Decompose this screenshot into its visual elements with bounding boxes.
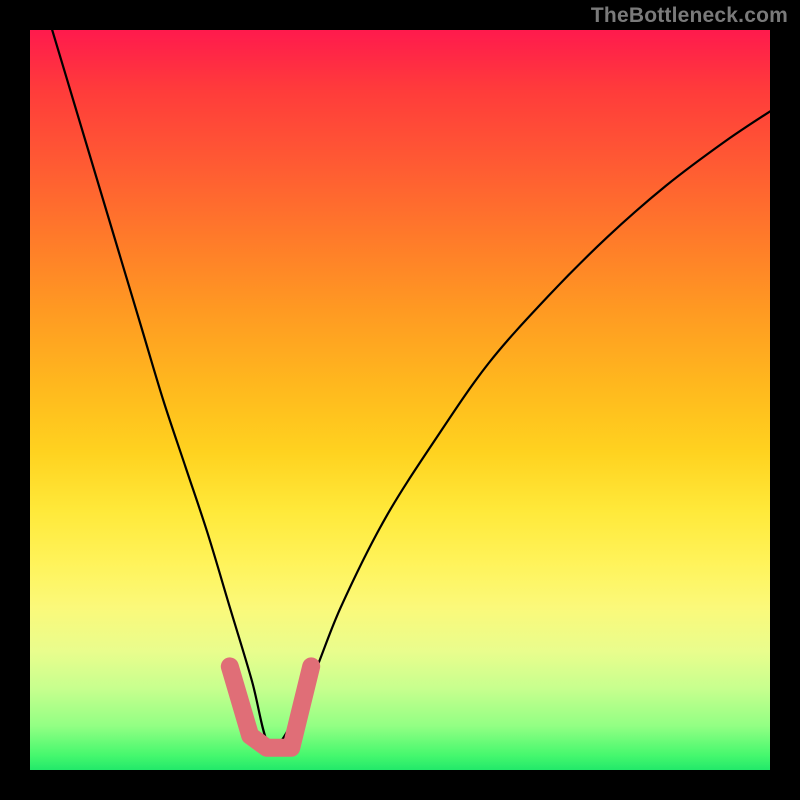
bottleneck-curve xyxy=(52,30,770,748)
curve-layer xyxy=(30,30,770,770)
plot-area xyxy=(30,30,770,770)
chart-frame: TheBottleneck.com xyxy=(0,0,800,800)
highlight-band xyxy=(230,666,311,747)
watermark-text: TheBottleneck.com xyxy=(591,4,788,28)
